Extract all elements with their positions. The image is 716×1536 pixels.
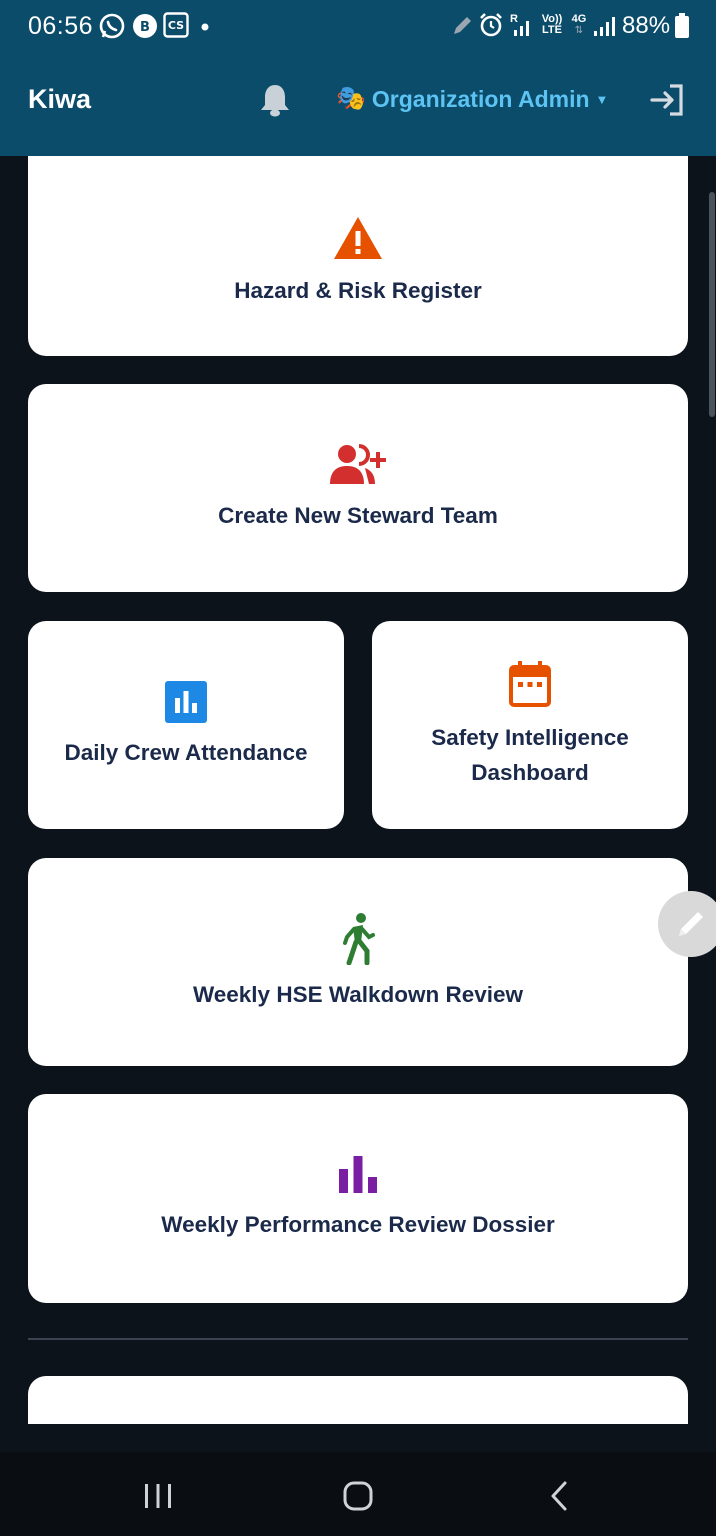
bar-chart-icon xyxy=(165,680,207,723)
add-user-icon xyxy=(330,443,386,484)
system-navigation-bar xyxy=(0,1452,716,1536)
card-label: Create New Steward Team xyxy=(218,502,498,528)
logout-icon[interactable] xyxy=(648,82,686,118)
weekly-performance-review-card[interactable]: Weekly Performance Review Dossier xyxy=(28,1094,688,1303)
card-label: Weekly Performance Review Dossier xyxy=(161,1212,555,1237)
whatsapp-business-icon: B xyxy=(133,14,157,38)
organization-switcher[interactable]: 🎭 Organization Admin ▼ xyxy=(336,84,608,114)
card-label: Safety Intelligence Dashboard xyxy=(431,725,629,785)
daily-crew-attendance-card[interactable]: Daily Crew Attendance xyxy=(28,621,344,829)
weekly-hse-walkdown-card[interactable]: Weekly HSE Walkdown Review xyxy=(28,858,688,1066)
camscanner-icon: CS xyxy=(163,12,189,38)
battery-icon xyxy=(675,13,689,38)
organization-label: Organization Admin xyxy=(371,85,590,112)
warning-icon xyxy=(334,216,382,259)
create-steward-team-card[interactable]: Create New Steward Team xyxy=(28,384,688,592)
whatsapp-icon xyxy=(99,13,125,39)
pencil-icon xyxy=(679,912,703,936)
app-header: Kiwa 🎭 Organization Admin ▼ xyxy=(0,56,716,156)
dot-icon xyxy=(201,23,209,31)
back-icon[interactable] xyxy=(548,1480,570,1512)
hazard-risk-register-card[interactable]: Hazard & Risk Register xyxy=(28,156,688,356)
edit-fab-button[interactable] xyxy=(658,891,716,957)
svg-text:B: B xyxy=(140,20,150,35)
status-time: 06:56 xyxy=(28,12,94,40)
section-divider xyxy=(28,1338,688,1340)
signal-icon xyxy=(594,17,615,36)
home-icon[interactable] xyxy=(342,1480,374,1512)
dashboard-scroll-area[interactable]: Hazard & Risk Register Create New Stewar… xyxy=(0,156,716,1424)
bell-icon[interactable] xyxy=(258,82,292,118)
walking-person-icon xyxy=(343,912,375,965)
chevron-down-icon: ▼ xyxy=(595,91,609,107)
signal-icon xyxy=(514,21,529,36)
alarm-icon xyxy=(480,13,502,37)
svg-text:CS: CS xyxy=(168,19,184,32)
volte-icon: Vo)) LTE xyxy=(541,13,563,36)
status-bar: 06:56 B CS R Vo)) LTE 4G ⇅ 88% xyxy=(0,0,716,56)
app-title: Kiwa xyxy=(28,84,92,114)
next-card[interactable] xyxy=(28,1376,688,1424)
card-label: Weekly HSE Walkdown Review xyxy=(192,981,524,1007)
card-label: Hazard & Risk Register xyxy=(234,277,482,303)
recent-apps-icon[interactable] xyxy=(143,1482,173,1510)
pen-icon xyxy=(454,17,471,34)
calendar-icon xyxy=(509,661,551,707)
card-label: Daily Crew Attendance xyxy=(64,739,308,765)
theater-masks-icon: 🎭 xyxy=(336,85,366,112)
4g-icon: 4G ⇅ xyxy=(571,13,587,37)
scrollbar[interactable] xyxy=(709,192,715,417)
safety-intelligence-dashboard-card[interactable]: Safety Intelligence Dashboard xyxy=(372,621,688,829)
bar-chart-icon xyxy=(339,1156,377,1193)
battery-percent: 88% xyxy=(622,12,671,39)
